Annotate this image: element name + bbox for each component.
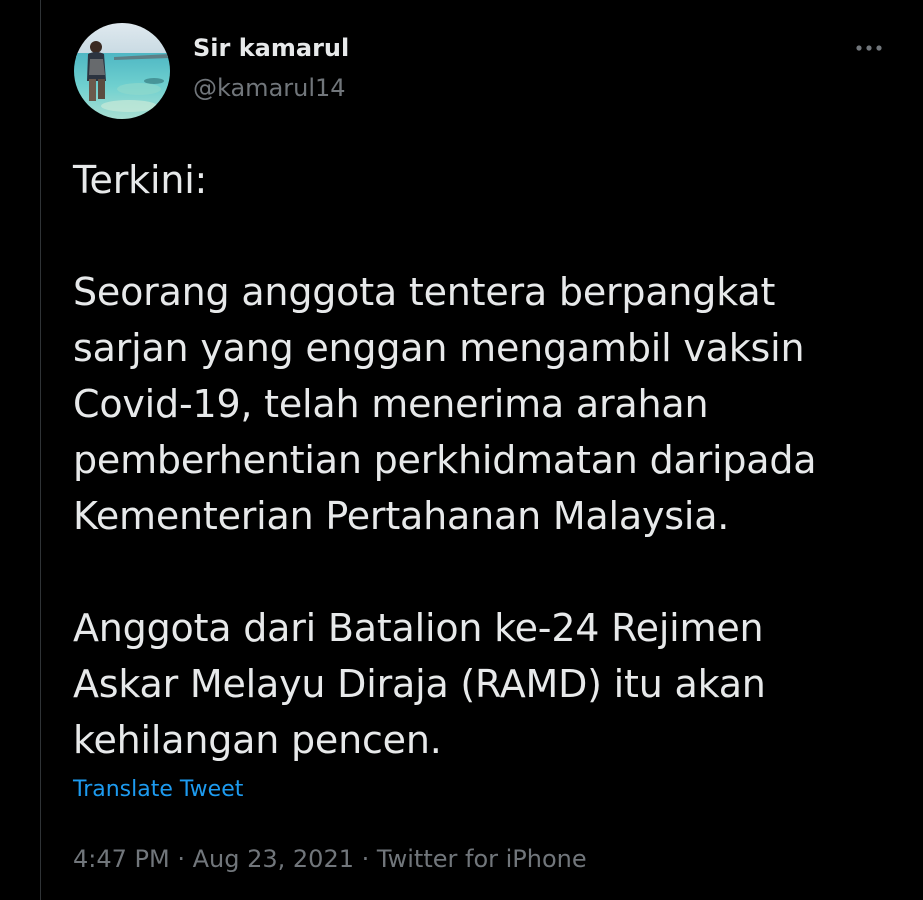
tweet-date[interactable]: Aug 23, 2021 [193,845,354,873]
tweet-text: Terkini: Seorang anggota tentera berpang… [73,152,918,768]
avatar-photo [74,23,170,119]
display-name[interactable]: Sir kamarul [193,32,349,64]
meta-separator: · [177,845,185,873]
tweet-time[interactable]: 4:47 PM [73,845,170,873]
tweet: Sir kamarul @kamarul14 Terkini: Seorang … [41,0,923,900]
more-options-button[interactable] [849,30,889,66]
meta-separator: · [361,845,370,873]
tweet-paragraph: Terkini: [73,158,208,202]
tweet-metadata: 4:47 PM · Aug 23, 2021 · Twitter for iPh… [73,842,587,876]
avatar[interactable] [74,23,170,119]
translate-tweet-link[interactable]: Translate Tweet [73,774,243,806]
tweet-paragraph: Anggota dari Batalion ke-24 Rejimen Aska… [73,606,766,762]
user-handle[interactable]: @kamarul14 [193,72,346,104]
more-horizontal-icon [856,45,882,51]
tweet-paragraph: Seorang anggota tentera berpangkat sarja… [73,270,817,538]
tweet-source[interactable]: Twitter for iPhone [377,845,587,873]
